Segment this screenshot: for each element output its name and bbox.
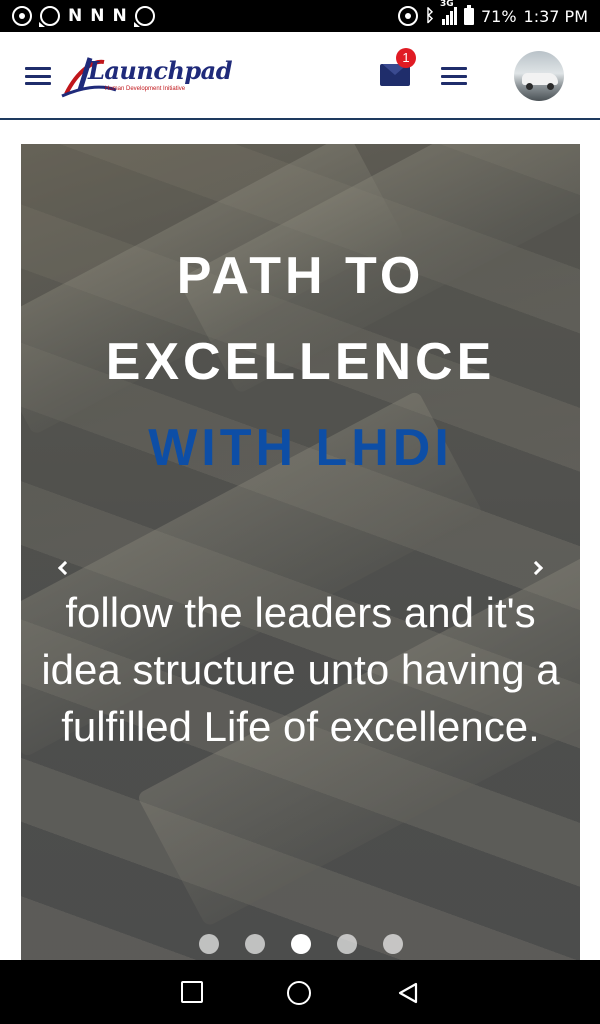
notification-icons: N N N [12,5,155,27]
carousel-prev-button[interactable] [53,556,77,580]
bluetooth-icon: ᛒ [424,5,435,26]
status-bar: N N N ᛒ 3G 71% 1:37 PM [0,0,600,32]
battery-level: 71% [480,6,517,26]
mail-badge: 1 [396,48,416,68]
carousel-dot[interactable] [198,934,219,954]
launchpad-logo[interactable]: Launchpad Human Development Initiative [60,50,233,100]
avatar[interactable] [514,51,564,101]
logo-subtitle: Human Development Initiative [105,86,186,92]
carousel-dot-active[interactable] [290,934,311,954]
chrome-icon [12,6,32,26]
hero-carousel[interactable]: PATH TO EXCELLENCE WITH LHDI follow the … [21,144,580,960]
n-icon: N [68,5,83,26]
carousel-dot[interactable] [244,934,265,954]
carousel-dot[interactable] [336,934,357,954]
app-header: Launchpad Human Development Initiative 1 [0,32,600,120]
carousel-next-button[interactable] [524,556,548,580]
n-icon: N [112,5,127,26]
carousel-indicators [21,934,580,954]
hero-title-line2: EXCELLENCE [105,333,496,391]
hero-title-line3: WITH LHDI [148,419,453,477]
logo-text: Launchpad [88,56,233,85]
clock: 1:37 PM [523,6,588,26]
network-type: 3G [439,0,454,9]
chevron-left-icon [57,560,73,576]
hero-description: follow the leaders and it's idea structu… [41,589,560,750]
navigation-bar [0,960,600,1024]
whatsapp-icon [133,6,155,27]
home-icon[interactable] [287,981,311,1005]
recent-apps-icon[interactable] [181,981,203,1003]
system-status: ᛒ 3G 71% 1:37 PM [397,0,588,26]
carousel-dot[interactable] [382,934,403,954]
signal-icon: 3G [440,0,457,25]
battery-icon [463,4,474,25]
menu-icon[interactable] [25,67,51,85]
whatsapp-icon [39,6,60,27]
back-icon[interactable] [396,981,420,1005]
hotspot-icon [397,6,418,26]
chevron-right-icon [528,560,544,576]
hero-title-line1: PATH TO [176,247,425,305]
n-icon: N [90,5,105,26]
secondary-menu-icon[interactable] [441,67,467,85]
